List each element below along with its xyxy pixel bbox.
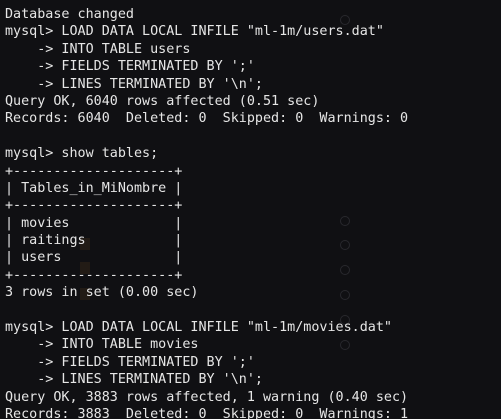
terminal-line: -> INTO TABLE movies [5, 337, 199, 353]
terminal-line: Records: 3883 Deleted: 0 Skipped: 0 Warn… [5, 406, 409, 419]
terminal-line: mysql> LOAD DATA LOCAL INFILE "ml-1m/use… [5, 24, 384, 40]
terminal-line: | Tables_in_MiNombre | [5, 180, 183, 196]
terminal-window[interactable]: Database changed mysql> LOAD DATA LOCAL … [0, 0, 501, 419]
terminal-line: Records: 6040 Deleted: 0 Skipped: 0 Warn… [5, 111, 409, 127]
terminal-line: Database changed [5, 7, 134, 22]
terminal-line: Query OK, 3883 rows affected, 1 warning … [5, 389, 409, 405]
terminal-line: -> LINES TERMINATED BY '\n'; [5, 372, 263, 388]
terminal-line: mysql> LOAD DATA LOCAL INFILE "ml-1m/mov… [5, 320, 392, 336]
terminal-output: Database changed mysql> LOAD DATA LOCAL … [5, 6, 408, 419]
terminal-line: +--------------------+ [5, 198, 183, 214]
terminal-line: +--------------------+ [5, 163, 183, 179]
terminal-line: -> LINES TERMINATED BY '\n'; [5, 76, 263, 92]
terminal-line: -> FIELDS TERMINATED BY ';' [5, 59, 255, 75]
terminal-line: +--------------------+ [5, 267, 183, 283]
terminal-line: | movies | [5, 215, 183, 231]
terminal-line: -> FIELDS TERMINATED BY ';' [5, 354, 255, 370]
terminal-line: -> INTO TABLE users [5, 41, 191, 57]
terminal-line: Query OK, 6040 rows affected (0.51 sec) [5, 93, 320, 109]
terminal-line: | raitings | [5, 233, 183, 249]
terminal-line: 3 rows in set (0.00 sec) [5, 285, 199, 301]
terminal-line: mysql> show tables; [5, 146, 159, 162]
terminal-line: | users | [5, 250, 183, 266]
